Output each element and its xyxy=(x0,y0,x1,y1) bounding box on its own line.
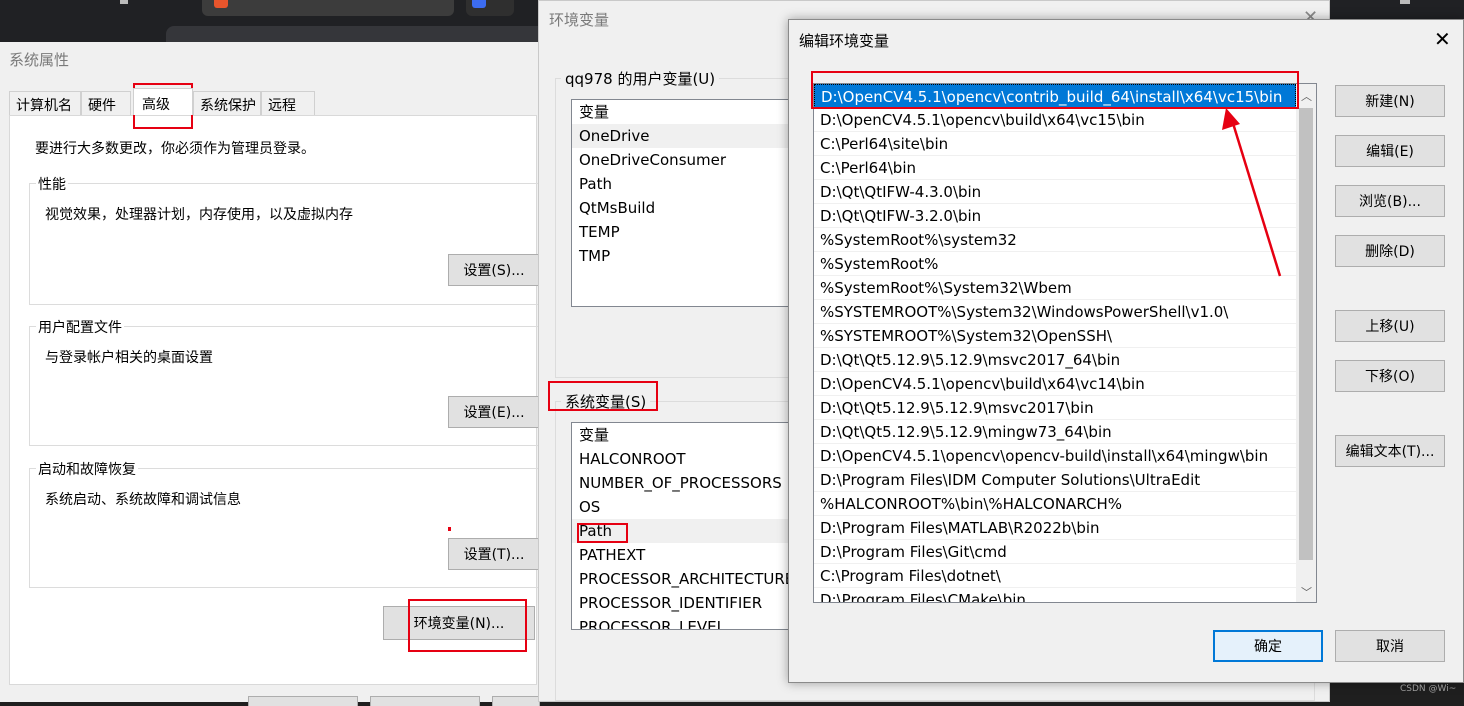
tab-hardware[interactable]: 硬件 xyxy=(81,91,131,115)
admin-notice: 要进行大多数更改，你必须作为管理员登录。 xyxy=(35,141,315,157)
browser-address-bar[interactable] xyxy=(166,26,546,42)
ok-button[interactable] xyxy=(248,696,358,706)
user-variables-list[interactable]: 变量 OneDrive OneDriveConsumer Path QtMsBu… xyxy=(571,99,811,307)
path-list-item[interactable]: D:\Program Files\Git\cmd xyxy=(814,540,1296,564)
list-item[interactable]: PROCESSOR_IDENTIFIER xyxy=(572,591,810,615)
tab-advanced[interactable]: 高级 xyxy=(133,88,193,115)
startup-recovery-group xyxy=(29,468,545,588)
browser-tab[interactable] xyxy=(202,0,454,16)
tab-system-protection[interactable]: 系统保护 xyxy=(193,91,261,115)
path-list-item[interactable]: C:\Program Files\dotnet\ xyxy=(814,564,1296,588)
path-list-item[interactable]: D:\Program Files\CMake\bin xyxy=(814,588,1296,602)
list-item[interactable]: Path xyxy=(572,172,810,196)
startup-recovery-label: 启动和故障恢复 xyxy=(36,459,138,479)
path-list-item[interactable]: D:\OpenCV4.5.1\opencv\build\x64\vc14\bin xyxy=(814,372,1296,396)
user-profiles-description: 与登录帐户相关的桌面设置 xyxy=(45,350,213,366)
scroll-down-icon[interactable]: ﹀ xyxy=(1301,584,1312,600)
list-item[interactable]: OneDrive xyxy=(572,124,810,148)
window-title: 系统属性 xyxy=(9,51,70,69)
list-item[interactable]: PROCESSOR_LEVEL xyxy=(572,615,810,629)
column-header-variable[interactable]: 变量 xyxy=(572,423,810,447)
watermark: CSDN @Wi~ xyxy=(1400,684,1457,694)
scroll-up-icon[interactable]: ︿ xyxy=(1301,88,1312,104)
list-item[interactable]: OneDriveConsumer xyxy=(572,148,810,172)
path-list-item[interactable]: D:\Qt\Qt5.12.9\5.12.9\msvc2017_64\bin xyxy=(814,348,1296,372)
move-up-button[interactable]: 上移(U) xyxy=(1335,310,1445,342)
toolbar-mark xyxy=(1400,0,1410,4)
user-profiles-label: 用户配置文件 xyxy=(36,317,124,337)
annotation-arrow-icon xyxy=(1222,108,1282,277)
annotation-highlight xyxy=(577,523,628,543)
list-item[interactable]: TMP xyxy=(572,244,810,268)
dialog-title: 编辑环境变量 xyxy=(799,32,890,50)
list-item[interactable]: OS xyxy=(572,495,810,519)
annotation-highlight xyxy=(811,71,1299,109)
tab-computer-name[interactable]: 计算机名 xyxy=(9,91,81,115)
path-list-item[interactable]: %SYSTEMROOT%\System32\WindowsPowerShell\… xyxy=(814,300,1296,324)
delete-button[interactable]: 删除(D) xyxy=(1335,235,1445,267)
red-dot-mark xyxy=(448,527,451,531)
path-list-item[interactable]: D:\Qt\Qt5.12.9\5.12.9\msvc2017\bin xyxy=(814,396,1296,420)
edit-text-button[interactable]: 编辑文本(T)... xyxy=(1335,435,1445,467)
move-down-button[interactable]: 下移(O) xyxy=(1335,360,1445,392)
column-header-variable[interactable]: 变量 xyxy=(572,100,810,124)
startup-recovery-description: 系统启动、系统故障和调试信息 xyxy=(45,492,241,508)
list-item[interactable]: QtMsBuild xyxy=(572,196,810,220)
tab-strip: 计算机名 硬件 高级 系统保护 远程 xyxy=(9,88,537,115)
path-list-item[interactable]: %HALCONROOT%\bin\%HALCONARCH% xyxy=(814,492,1296,516)
path-list-item[interactable]: D:\Program Files\IDM Computer Solutions\… xyxy=(814,468,1296,492)
path-list-item[interactable]: D:\Program Files\MATLAB\R2022b\bin xyxy=(814,516,1296,540)
path-list-item[interactable]: D:\Qt\Qt5.12.9\5.12.9\mingw73_64\bin xyxy=(814,420,1296,444)
annotation-highlight xyxy=(408,599,527,652)
performance-label: 性能 xyxy=(36,174,68,194)
cancel-button[interactable] xyxy=(370,696,480,706)
path-list-item[interactable]: %SYSTEMROOT%\System32\OpenSSH\ xyxy=(814,324,1296,348)
tab-favicon-icon xyxy=(472,0,486,8)
user-profiles-group xyxy=(29,326,545,446)
ok-button[interactable]: 确定 xyxy=(1213,630,1323,662)
apply-button[interactable] xyxy=(492,696,540,706)
edit-button[interactable]: 编辑(E) xyxy=(1335,135,1445,167)
startup-recovery-settings-button[interactable]: 设置(T)... xyxy=(448,538,540,570)
close-icon[interactable]: ✕ xyxy=(1434,27,1451,51)
list-item[interactable]: NUMBER_OF_PROCESSORS xyxy=(572,471,810,495)
annotation-highlight xyxy=(548,381,658,411)
performance-description: 视觉效果，处理器计划，内存使用，以及虚拟内存 xyxy=(45,207,353,223)
edit-environment-variable-dialog: 编辑环境变量 ✕ D:\OpenCV4.5.1\opencv\contrib_b… xyxy=(788,19,1464,683)
cancel-button[interactable]: 取消 xyxy=(1335,630,1445,662)
performance-group xyxy=(29,183,545,305)
user-variables-label: qq978 的用户变量(U) xyxy=(561,68,720,89)
tab-favicon-icon xyxy=(214,0,228,8)
browse-button[interactable]: 浏览(B)... xyxy=(1335,185,1445,217)
new-button[interactable]: 新建(N) xyxy=(1335,85,1445,117)
tab-remote[interactable]: 远程 xyxy=(261,91,315,115)
scrollbar-thumb[interactable] xyxy=(1299,108,1313,560)
performance-settings-button[interactable]: 设置(S)... xyxy=(448,254,540,286)
window-title: 环境变量 xyxy=(549,11,610,29)
path-list-item[interactable]: D:\OpenCV4.5.1\opencv\opencv-build\insta… xyxy=(814,444,1296,468)
list-item[interactable]: HALCONROOT xyxy=(572,447,810,471)
user-profiles-settings-button[interactable]: 设置(E)... xyxy=(448,396,540,428)
list-item[interactable]: TEMP xyxy=(572,220,810,244)
list-item[interactable]: PATHEXT xyxy=(572,543,810,567)
list-item[interactable]: PROCESSOR_ARCHITECTURE xyxy=(572,567,810,591)
toolbar-mark xyxy=(120,0,128,4)
